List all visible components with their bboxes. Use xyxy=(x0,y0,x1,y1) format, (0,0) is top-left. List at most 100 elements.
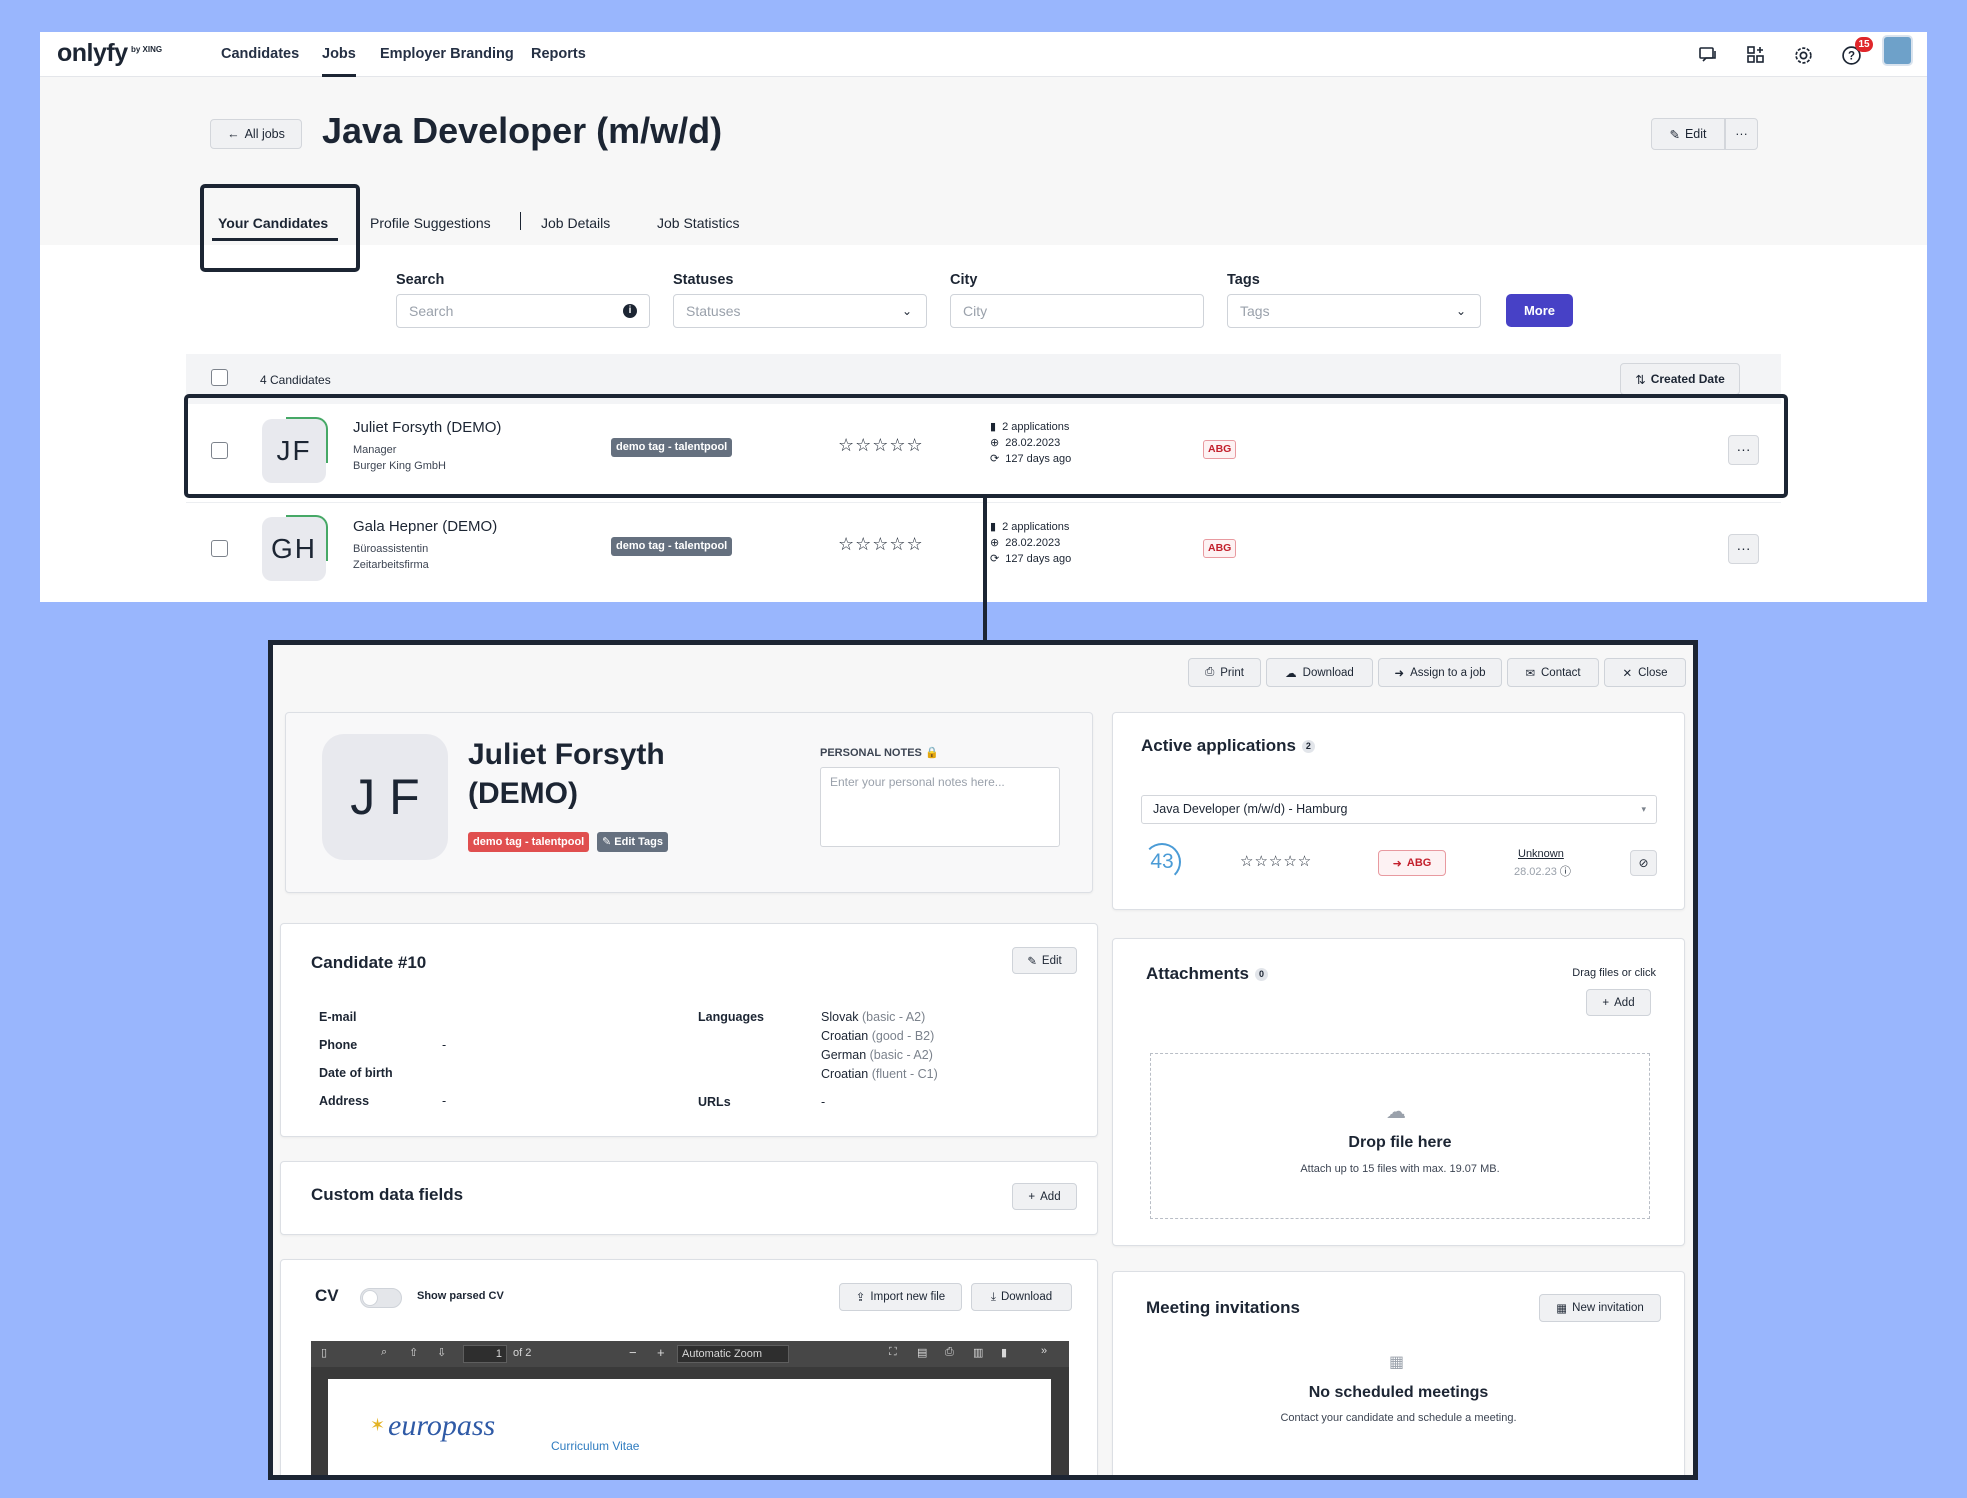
refresh-icon: ⟳ xyxy=(990,553,1000,565)
briefcase-icon: ▮ xyxy=(990,521,997,533)
apps-icon[interactable] xyxy=(1743,42,1769,68)
application-rating-stars[interactable]: ☆☆☆☆☆ xyxy=(1240,852,1312,870)
statuses-label: Statuses xyxy=(673,272,734,288)
profile-tag[interactable]: demo tag - talentpool xyxy=(468,832,590,852)
plus-icon: + xyxy=(1602,996,1610,1009)
sort-created-date-button[interactable]: ⇅ Created Date xyxy=(1620,363,1740,395)
add-custom-field-button[interactable]: + Add xyxy=(1012,1183,1077,1210)
nav-reports[interactable]: Reports xyxy=(531,32,586,77)
match-score: 43 xyxy=(1143,843,1181,881)
download-button[interactable]: ☁ Download xyxy=(1266,658,1373,687)
tags-label: Tags xyxy=(1227,272,1260,288)
edit-candidate-button[interactable]: ✎ Edit xyxy=(1012,947,1077,974)
language-item: Slovak (basic - A2) xyxy=(821,1010,926,1024)
sidebar-toggle-icon[interactable]: ▯ xyxy=(321,1346,327,1359)
status-badge: ABG xyxy=(1203,539,1237,558)
drag-hint: Drag files or click xyxy=(1572,967,1656,979)
candidate-name[interactable]: Gala Hepner (DEMO) xyxy=(353,518,497,535)
phone-label: Phone xyxy=(319,1038,358,1052)
row-menu-button[interactable]: ··· xyxy=(1728,534,1759,564)
arrow-up-icon[interactable]: ⇧ xyxy=(409,1346,418,1359)
print-button[interactable]: ⎙ Print xyxy=(1188,658,1261,687)
file-drop-zone[interactable]: ☁ Drop file here Attach up to 15 files w… xyxy=(1150,1053,1650,1219)
nav-employer-branding[interactable]: Employer Branding xyxy=(380,32,514,77)
candidate-detail-panel: ⎙ Print ☁ Download ➜ Assign to a job ✉ Conta… xyxy=(268,640,1698,1480)
arrow-down-icon[interactable]: ⇩ xyxy=(437,1346,446,1359)
no-meetings-subtitle: Contact your candidate and schedule a me… xyxy=(1280,1412,1517,1424)
statuses-select[interactable]: Statuses ⌄ xyxy=(673,294,927,328)
add-attachment-button[interactable]: + Add xyxy=(1586,989,1651,1016)
language-item: Croatian (good - B2) xyxy=(821,1029,935,1043)
urls-label: URLs xyxy=(698,1095,731,1109)
candidate-company: Zeitarbeitsfirma xyxy=(353,559,429,571)
job-more-button[interactable]: ··· xyxy=(1725,118,1758,150)
cv-title: CV xyxy=(315,1286,339,1305)
cloud-download-icon: ☁ xyxy=(1285,667,1297,680)
nav-jobs[interactable]: Jobs xyxy=(322,32,356,77)
cv-document-title: Curriculum Vitae xyxy=(551,1439,640,1453)
more-filters-button[interactable]: More xyxy=(1506,294,1573,327)
candidate-tag[interactable]: demo tag - talentpool xyxy=(611,537,733,556)
page-count: of 2 xyxy=(513,1347,532,1359)
cloud-upload-icon: ☁ xyxy=(1386,1101,1406,1123)
application-status-button[interactable]: ➜ ABG xyxy=(1378,850,1446,876)
close-button[interactable]: ✕ Close xyxy=(1604,658,1686,687)
application-job-select[interactable]: Java Developer (m/w/d) - Hamburg ▾ xyxy=(1141,795,1657,824)
search-input[interactable]: Search i xyxy=(396,294,650,328)
fullscreen-icon[interactable]: ⛶ xyxy=(889,1346,897,1359)
tab-job-statistics[interactable]: Job Statistics xyxy=(657,215,739,231)
application-source-link[interactable]: Unknown xyxy=(1518,848,1564,860)
personal-notes-input[interactable]: Enter your personal notes here... xyxy=(820,767,1060,847)
printer-icon: ⎙ xyxy=(1205,666,1215,678)
tags-select[interactable]: Tags ⌄ xyxy=(1227,294,1481,328)
notification-badge: 15 xyxy=(1855,37,1873,52)
parsed-cv-toggle[interactable] xyxy=(360,1288,402,1308)
info-icon[interactable]: ⓘ xyxy=(1560,866,1571,878)
save-icon[interactable]: ▥ xyxy=(973,1346,983,1359)
open-file-icon[interactable]: ▤ xyxy=(917,1346,927,1359)
zoom-select[interactable]: Automatic Zoom xyxy=(677,1345,789,1363)
pencil-icon: ✎ xyxy=(1669,127,1680,142)
candidate-number-title: Candidate #10 xyxy=(311,953,427,972)
bookmark-icon[interactable]: ▮ xyxy=(1001,1346,1007,1359)
zoom-out-icon[interactable]: − xyxy=(629,1345,637,1360)
address-value: - xyxy=(442,1094,447,1108)
chat-icon[interactable] xyxy=(1695,42,1721,68)
search-label: Search xyxy=(396,272,445,288)
zoom-in-icon[interactable]: + xyxy=(657,1345,665,1360)
cv-card: CV Show parsed CV ⇪ Import new file ⤓ Down… xyxy=(280,1259,1098,1475)
city-input[interactable]: City xyxy=(950,294,1204,328)
info-icon[interactable]: i xyxy=(623,304,637,318)
tab-profile-suggestions[interactable]: Profile Suggestions xyxy=(370,215,491,231)
onlyfy-logo[interactable]: onlyfy xyxy=(57,39,128,68)
tab-separator xyxy=(520,212,521,230)
lock-icon: 🔒 xyxy=(924,747,939,759)
tab-job-details[interactable]: Job Details xyxy=(541,215,610,231)
cv-download-button[interactable]: ⤓ Download xyxy=(971,1283,1072,1311)
gear-icon[interactable] xyxy=(1790,42,1816,68)
contact-button[interactable]: ✉ Contact xyxy=(1507,658,1599,687)
import-file-button[interactable]: ⇪ Import new file xyxy=(839,1283,962,1311)
nav-candidates[interactable]: Candidates xyxy=(221,32,299,77)
svg-text:?: ? xyxy=(1847,50,1854,62)
search-icon[interactable]: ⌕ xyxy=(381,1346,387,1359)
upload-icon: ⇪ xyxy=(855,1292,866,1304)
assign-to-job-button[interactable]: ➜ Assign to a job xyxy=(1378,658,1502,687)
connector-line xyxy=(983,497,987,642)
user-avatar[interactable] xyxy=(1882,35,1913,66)
reject-application-button[interactable]: ⊘ xyxy=(1630,850,1657,876)
tools-icon[interactable]: » xyxy=(1041,1345,1047,1357)
select-all-checkbox[interactable] xyxy=(211,369,228,386)
edit-job-button[interactable]: ✎ Edit xyxy=(1651,118,1725,150)
row-highlight-box xyxy=(184,394,1788,498)
rating-stars[interactable]: ☆☆☆☆☆ xyxy=(838,534,924,555)
new-invitation-button[interactable]: ▦ New invitation xyxy=(1539,1294,1661,1322)
sort-icon: ⇅ xyxy=(1635,372,1646,387)
edit-tags-button[interactable]: ✎ Edit Tags xyxy=(597,832,668,852)
page-number-input[interactable]: 1 xyxy=(463,1345,507,1363)
row-checkbox[interactable] xyxy=(211,540,228,557)
custom-fields-card: Custom data fields + Add xyxy=(280,1161,1098,1235)
print-icon[interactable]: ⎙ xyxy=(945,1346,954,1359)
all-jobs-button[interactable]: ← All jobs xyxy=(210,119,302,149)
arrow-right-icon: ➜ xyxy=(1392,857,1402,870)
